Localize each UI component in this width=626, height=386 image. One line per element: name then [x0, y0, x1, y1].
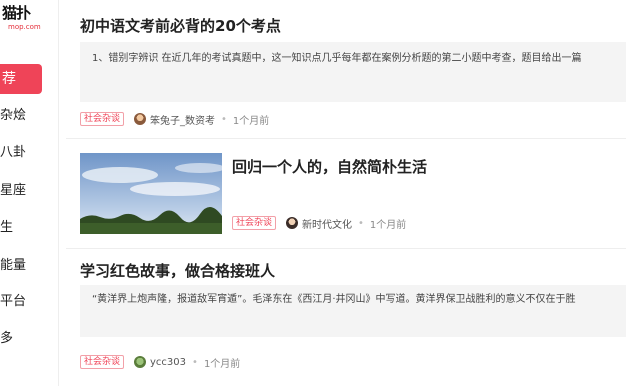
nav-item-4[interactable]: 生	[0, 220, 13, 236]
author-avatar[interactable]	[134, 113, 147, 125]
separator-dot: •	[358, 217, 364, 229]
article-meta: 社会杂谈 新时代文化 • 1个月前	[232, 215, 406, 231]
article-title[interactable]: 初中语文考前必背的20个考点	[80, 15, 281, 36]
author-name[interactable]: 新时代文化	[302, 216, 352, 231]
category-tag[interactable]: 社会杂谈	[232, 216, 277, 230]
article-meta: 社会杂谈 ycc303 • 1个月前	[80, 354, 240, 370]
post-time: 1个月前	[232, 115, 270, 127]
article-thumbnail[interactable]	[80, 153, 222, 234]
divider	[66, 138, 626, 139]
author-avatar[interactable]	[134, 356, 147, 368]
author-name[interactable]: 笨兔子_数资考	[150, 112, 215, 127]
category-tag[interactable]: 社会杂谈	[80, 112, 125, 126]
divider	[66, 248, 626, 249]
author-avatar[interactable]	[286, 217, 299, 229]
sidebar: 猫扑 mop.com 荐 杂烩 八卦 星座 生 能量 平台 多	[0, 0, 59, 386]
post-time: 1个月前	[203, 358, 241, 370]
article-excerpt[interactable]: 1、错别字辨识 在近几年的考试真题中，这一知识点几乎每年都在案例分析题的第二小题…	[80, 42, 626, 102]
post-time: 1个月前	[369, 219, 407, 231]
nav-item-1[interactable]: 杂烩	[0, 108, 26, 124]
logo-domain: mop.com	[8, 23, 41, 31]
nav-item-6[interactable]: 平台	[0, 294, 26, 310]
separator-dot: •	[192, 356, 198, 368]
article-meta: 社会杂谈 笨兔子_数资考 • 1个月前	[80, 111, 269, 127]
category-tag[interactable]: 社会杂谈	[80, 355, 125, 369]
separator-dot: •	[221, 113, 227, 125]
article-title[interactable]: 学习红色故事，做合格接班人	[80, 260, 275, 281]
author-name[interactable]: ycc303	[150, 357, 186, 368]
nav-item-recommend[interactable]: 荐	[0, 64, 42, 94]
article-title[interactable]: 回归一个人的，自然简朴生活	[232, 156, 427, 177]
nav-item-5[interactable]: 能量	[0, 258, 26, 274]
site-logo[interactable]: 猫扑 mop.com	[2, 4, 46, 34]
nav-item-3[interactable]: 星座	[0, 183, 26, 199]
landscape-image	[80, 153, 222, 234]
nav-item-7[interactable]: 多	[0, 331, 13, 347]
nav-item-2[interactable]: 八卦	[0, 145, 26, 161]
article-excerpt[interactable]: “黄洋界上炮声隆，报道敌军宵遁”。毛泽东在《西江月·井冈山》中写道。黄洋界保卫战…	[80, 285, 626, 337]
logo-text: 猫扑	[2, 4, 31, 22]
